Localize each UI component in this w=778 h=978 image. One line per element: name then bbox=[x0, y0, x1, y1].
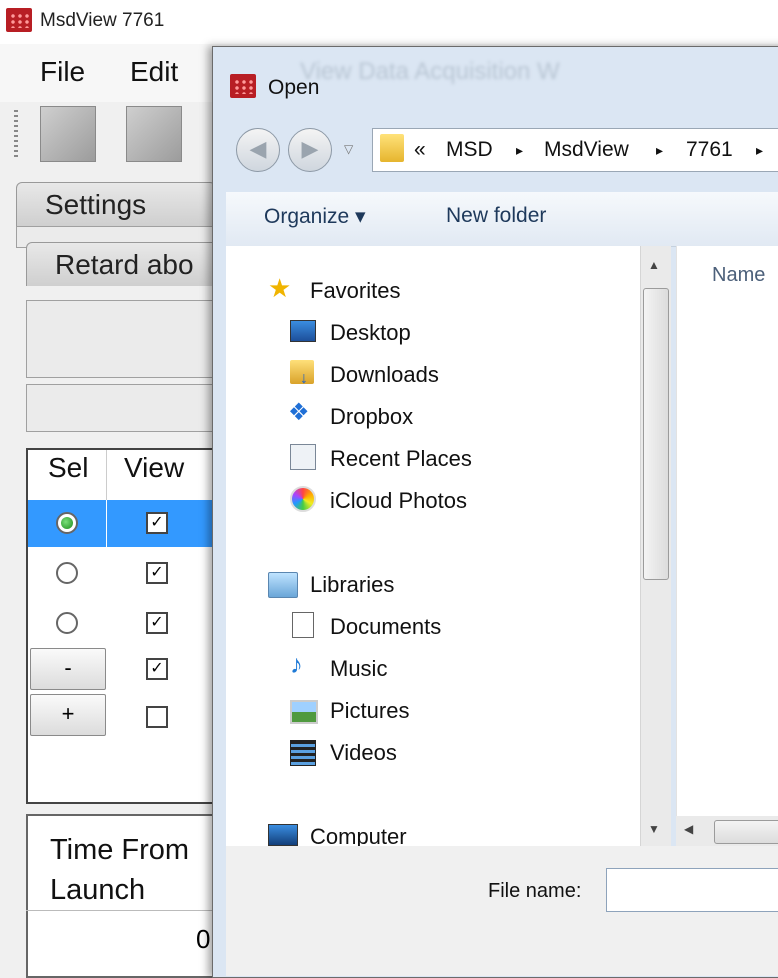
breadcrumb-overflow[interactable]: « bbox=[414, 138, 426, 162]
row-1-checkbox[interactable]: ✓ bbox=[146, 512, 168, 534]
recent-places-icon bbox=[290, 444, 316, 470]
videos-icon bbox=[290, 740, 316, 766]
file-name-input[interactable] bbox=[606, 868, 778, 912]
toolbar-image-button-1[interactable] bbox=[40, 106, 96, 162]
download-arrow-icon: ↓ bbox=[300, 370, 308, 387]
forward-arrow-icon[interactable]: ▶ bbox=[288, 128, 332, 172]
nav-libraries[interactable]: Libraries bbox=[310, 572, 394, 598]
menu-edit[interactable]: Edit bbox=[130, 56, 178, 88]
main-window-title: MsdView 7761 bbox=[40, 10, 165, 31]
computer-icon bbox=[268, 824, 298, 846]
scroll-left-arrow-icon[interactable]: ◀ bbox=[684, 822, 693, 836]
breadcrumb-separator-icon[interactable]: ▸ bbox=[756, 142, 763, 159]
nav-documents[interactable]: Documents bbox=[330, 614, 441, 640]
breadcrumb-separator-icon[interactable]: ▸ bbox=[516, 142, 523, 159]
favorites-star-icon: ★ bbox=[268, 273, 292, 303]
navigation-pane bbox=[226, 246, 642, 846]
dialog-app-icon bbox=[230, 74, 256, 98]
libraries-icon bbox=[268, 572, 298, 598]
column-header-name[interactable]: Name bbox=[712, 264, 765, 287]
dialog-ghost-menu: View Data Acquisition W bbox=[300, 58, 560, 85]
breadcrumb-separator-icon[interactable]: ▸ bbox=[656, 142, 663, 159]
documents-icon bbox=[292, 612, 314, 638]
grid-cell-divider bbox=[106, 500, 107, 547]
retard-field-1[interactable] bbox=[26, 300, 228, 378]
row-2-checkbox[interactable]: ✓ bbox=[146, 562, 168, 584]
nav-desktop[interactable]: Desktop bbox=[330, 320, 411, 346]
breadcrumb-msd[interactable]: MSD bbox=[446, 138, 493, 162]
nav-pictures[interactable]: Pictures bbox=[330, 698, 409, 724]
breadcrumb-msdview[interactable]: MsdView bbox=[544, 138, 629, 162]
row-4-checkbox[interactable]: ✓ bbox=[146, 658, 168, 680]
nav-favorites[interactable]: Favorites bbox=[310, 278, 400, 304]
app-icon bbox=[6, 8, 32, 32]
row-3-checkbox[interactable]: ✓ bbox=[146, 612, 168, 634]
nav-videos[interactable]: Videos bbox=[330, 740, 397, 766]
tab-settings[interactable]: Settings bbox=[16, 182, 216, 226]
new-folder-button[interactable]: New folder bbox=[446, 204, 546, 228]
desktop-icon bbox=[290, 320, 316, 342]
nav-dropbox[interactable]: Dropbox bbox=[330, 404, 413, 430]
file-list[interactable] bbox=[676, 246, 778, 816]
nav-scrollbar-thumb[interactable] bbox=[643, 288, 669, 580]
time-table-divider bbox=[26, 910, 226, 911]
retard-field-2[interactable] bbox=[26, 384, 228, 432]
back-arrow-icon[interactable]: ◀ bbox=[236, 128, 280, 172]
row-1-radio[interactable] bbox=[56, 512, 78, 534]
music-icon: ♪ bbox=[290, 649, 303, 679]
row-3-radio[interactable] bbox=[56, 612, 78, 634]
nav-downloads[interactable]: Downloads bbox=[330, 362, 439, 388]
file-list-hscroll-thumb[interactable] bbox=[714, 820, 778, 844]
menu-file[interactable]: File bbox=[40, 56, 85, 88]
grid-header-sel: Sel bbox=[48, 452, 89, 483]
tab-retard[interactable]: Retard abo bbox=[26, 242, 226, 286]
breadcrumb-7761[interactable]: 7761 bbox=[686, 138, 733, 162]
toolbar-grip-icon[interactable] bbox=[14, 110, 18, 160]
folder-icon bbox=[380, 134, 404, 162]
file-name-label: File name: bbox=[488, 880, 582, 902]
dialog-title: Open bbox=[268, 76, 320, 99]
organize-button[interactable]: Organize ▾ bbox=[264, 204, 366, 229]
dropbox-icon: ❖ bbox=[288, 399, 310, 426]
scroll-up-arrow-icon[interactable]: ▲ bbox=[648, 258, 660, 272]
nav-icloud-photos[interactable]: iCloud Photos bbox=[330, 488, 467, 514]
pictures-icon bbox=[290, 700, 318, 724]
remove-row-button[interactable]: - bbox=[30, 648, 106, 690]
add-row-button[interactable]: + bbox=[30, 694, 106, 736]
grid-header-view: View bbox=[124, 452, 185, 483]
time-from-launch-header: Time From Launch bbox=[50, 834, 190, 906]
icloud-photos-icon bbox=[290, 486, 316, 512]
nav-music[interactable]: Music bbox=[330, 656, 387, 682]
scroll-down-arrow-icon[interactable]: ▼ bbox=[648, 822, 660, 836]
time-from-launch-value: 0 bbox=[196, 924, 211, 954]
toolbar-image-button-2[interactable] bbox=[126, 106, 182, 162]
history-dropdown-icon[interactable]: ▽ bbox=[344, 142, 353, 156]
row-5-checkbox[interactable] bbox=[146, 706, 168, 728]
row-2-radio[interactable] bbox=[56, 562, 78, 584]
nav-recent-places[interactable]: Recent Places bbox=[330, 446, 472, 472]
